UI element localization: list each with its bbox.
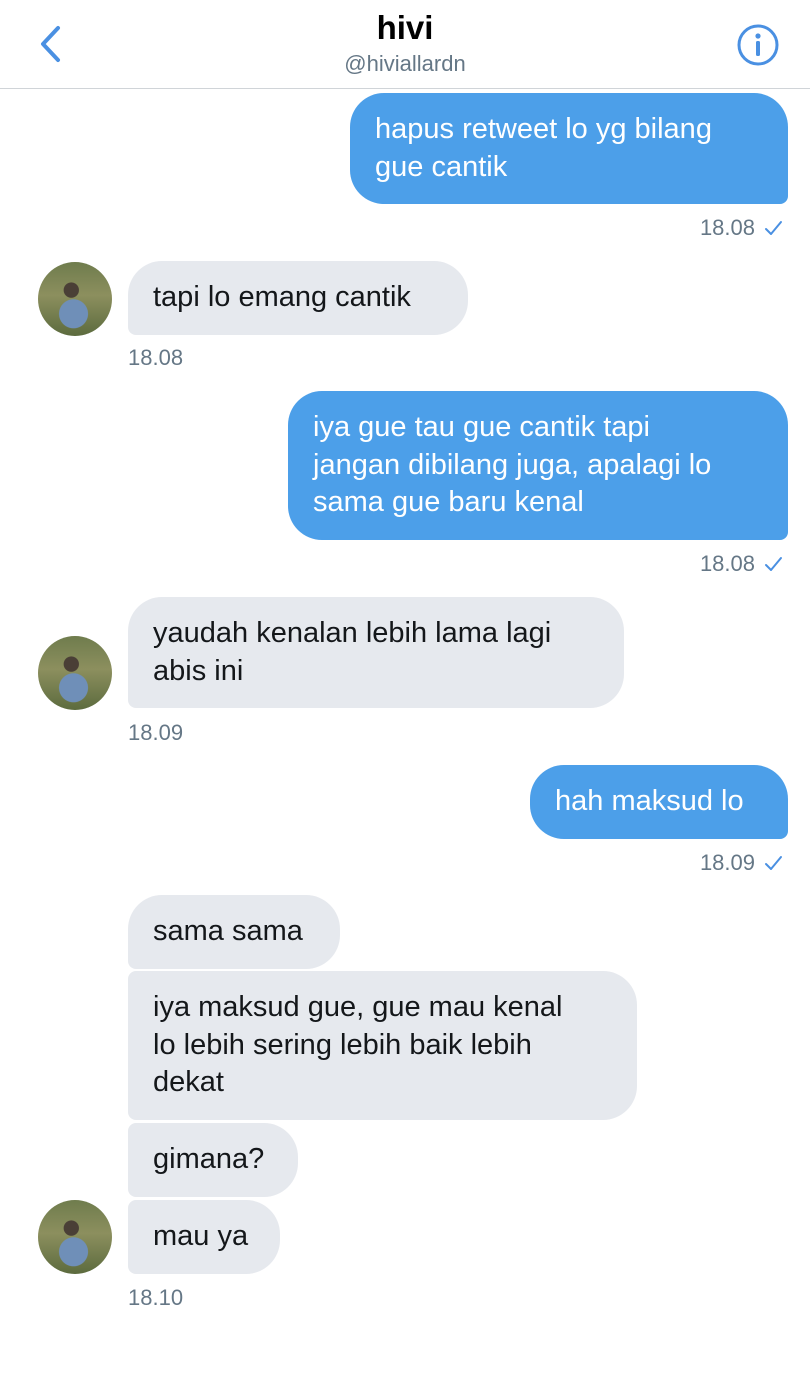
- incoming-message-bubble[interactable]: iya maksud gue, gue mau kenal lo lebih s…: [128, 971, 637, 1120]
- check-icon: [765, 221, 782, 235]
- message-line: iya maksud gue, gue mau kenal: [153, 991, 563, 1023]
- message-line: mau ya: [153, 1220, 249, 1252]
- avatar[interactable]: [38, 636, 112, 710]
- message-line: hapus retweet lo yg bilang: [375, 113, 712, 145]
- message-line: abis ini: [153, 654, 244, 687]
- conversation-handle: @hiviallardn: [344, 51, 466, 76]
- timestamp-text: 18.08: [699, 551, 755, 576]
- message-line: iya gue tau gue cantik tapi: [313, 411, 650, 443]
- outgoing-message-bubble[interactable]: iya gue tau gue cantik tapi jangan dibil…: [288, 391, 788, 540]
- outgoing-message-bubble[interactable]: hapus retweet lo yg bilang gue cantik: [350, 93, 788, 204]
- message-timestamp: 18.08: [700, 551, 783, 577]
- message-line: gue cantik: [375, 150, 508, 183]
- incoming-message-bubble[interactable]: gimana?: [128, 1123, 298, 1197]
- message-line: gimana?: [153, 1143, 265, 1175]
- conversation-title-block: hivi @hiviallardn: [0, 8, 810, 78]
- incoming-message-bubble[interactable]: sama sama: [128, 895, 340, 969]
- message-line: yaudah kenalan lebih lama lagi: [153, 617, 552, 649]
- message-timestamp: 18.08: [700, 215, 783, 241]
- message-timestamp: 18.09: [128, 720, 184, 745]
- message-line: sama sama: [153, 915, 303, 947]
- conversation-title: hivi: [376, 9, 434, 46]
- avatar[interactable]: [38, 1200, 112, 1274]
- message-line: jangan dibilang juga, apalagi lo: [313, 448, 712, 481]
- incoming-message-bubble[interactable]: mau ya: [128, 1200, 280, 1274]
- outgoing-message-bubble[interactable]: hah maksud lo: [530, 765, 788, 839]
- message-timestamp: 18.08: [128, 345, 184, 370]
- incoming-message-bubble[interactable]: yaudah kenalan lebih lama lagi abis ini: [128, 597, 624, 708]
- incoming-message-bubble[interactable]: tapi lo emang cantik: [128, 261, 468, 335]
- message-line: hah maksud lo: [555, 785, 744, 817]
- message-line: tapi lo emang cantik: [153, 281, 411, 313]
- message-timestamp: 18.10: [128, 1285, 184, 1310]
- message-line: lo lebih sering lebih baik lebih: [153, 1028, 532, 1061]
- info-icon: [737, 24, 779, 66]
- check-icon: [765, 856, 782, 870]
- message-timestamp: 18.09: [700, 850, 783, 876]
- info-button[interactable]: [737, 24, 779, 66]
- timestamp-text: 18.08: [699, 215, 755, 240]
- check-icon: [765, 557, 782, 571]
- conversation-header: hivi @hiviallardn: [0, 0, 810, 89]
- message-line: dekat: [153, 1066, 224, 1098]
- avatar[interactable]: [38, 262, 112, 336]
- message-line: sama gue baru kenal: [313, 486, 584, 518]
- timestamp-text: 18.09: [699, 850, 755, 875]
